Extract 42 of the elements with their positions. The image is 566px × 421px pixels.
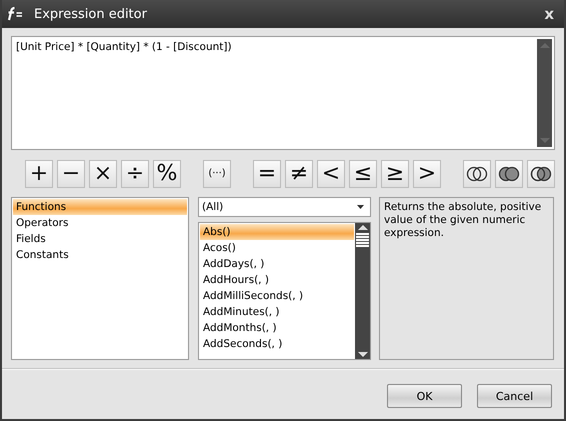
filter-dropdown[interactable]: (All): [198, 197, 371, 217]
expression-text: [Unit Price] * [Quantity] * (1 - [Discount]): [15, 40, 233, 55]
operator-button[interactable]: ÷: [121, 160, 149, 188]
dialog-button[interactable]: OK: [387, 384, 462, 408]
operator-button[interactable]: ≠: [285, 160, 313, 188]
function-item[interactable]: AddMilliSeconds(, ): [200, 288, 354, 304]
window-title: Expression editor: [34, 6, 148, 22]
category-item[interactable]: Functions: [13, 199, 187, 215]
function-item[interactable]: AddDays(, ): [200, 256, 354, 272]
function-item[interactable]: AddSeconds(, ): [200, 336, 354, 352]
operator-button[interactable]: >: [413, 160, 441, 188]
venn-button[interactable]: [527, 160, 555, 188]
category-item[interactable]: Operators: [13, 215, 187, 231]
description-text: Returns the absolute, positive value of the given numeric expression.: [384, 201, 542, 239]
operator-button[interactable]: −: [57, 160, 85, 188]
expression-field[interactable]: [Unit Price] * [Quantity] * (1 - [Discount]): [11, 36, 555, 150]
overlapping-circles-icon: [466, 166, 488, 182]
category-item[interactable]: Fields: [13, 231, 187, 247]
function-item[interactable]: Abs(): [200, 224, 354, 240]
function-item[interactable]: AddHours(, ): [200, 272, 354, 288]
category-item[interactable]: Constants: [13, 247, 187, 263]
function-logo-icon: [6, 7, 24, 21]
venn-button[interactable]: [463, 160, 491, 188]
function-item[interactable]: AddMonths(, ): [200, 320, 354, 336]
overlapping-circles-icon: [530, 166, 552, 182]
operator-button[interactable]: =: [253, 160, 281, 188]
overlapping-circles-icon: [498, 166, 520, 182]
scroll-thumb[interactable]: [356, 233, 369, 247]
operator-button[interactable]: (···): [203, 160, 231, 188]
function-item[interactable]: AddMinutes(, ): [200, 304, 354, 320]
operator-button[interactable]: %: [153, 160, 181, 188]
operator-button[interactable]: +: [25, 160, 53, 188]
caret-icon: [357, 205, 364, 209]
scrollbar[interactable]: [355, 223, 370, 359]
venn-button[interactable]: [495, 160, 523, 188]
operator-button[interactable]: ≤: [349, 160, 377, 188]
operator-button[interactable]: <: [317, 160, 345, 188]
dialog-button[interactable]: Cancel: [477, 384, 552, 408]
close-button[interactable]: x: [540, 5, 558, 23]
operator-button[interactable]: ×: [89, 160, 117, 188]
function-item[interactable]: Acos(): [200, 240, 354, 256]
operator-button[interactable]: ≥: [381, 160, 409, 188]
